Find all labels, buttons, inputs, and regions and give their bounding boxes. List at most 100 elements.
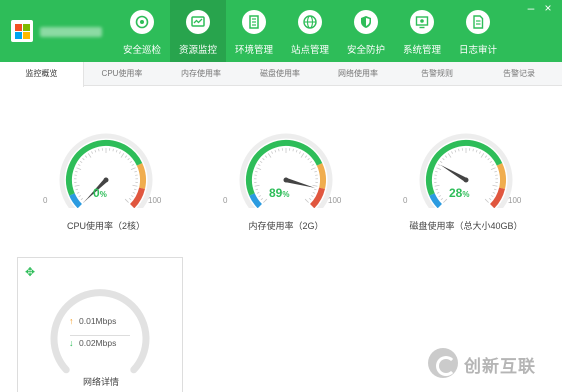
gauge-tick <box>131 164 135 166</box>
tab-alert-records[interactable]: 告警记录 <box>476 62 562 86</box>
nav-label: 安全巡检 <box>122 45 161 56</box>
nav-security-inspection[interactable]: 安全巡检 <box>114 0 170 62</box>
gauge-tick <box>124 155 128 158</box>
network-download-row: ↓ 0.02Mbps <box>69 338 131 353</box>
minimize-button[interactable]: – <box>524 1 538 15</box>
gauge-tick <box>307 157 310 161</box>
watermark-text: 创新互联 <box>464 357 536 376</box>
network-upload-row: ↑ 0.01Mbps <box>69 316 131 331</box>
tab-disk[interactable]: 磁盘使用率 <box>242 62 318 86</box>
gauge-tick <box>304 198 309 203</box>
gauge-tick <box>299 151 301 154</box>
gauge-tick <box>310 167 316 171</box>
tab-bar: 监控概览 CPU使用率 内存使用率 磁盘使用率 网络使用率 告警规则 告警记录 <box>0 62 562 87</box>
nav-resource-monitor[interactable]: 资源监控 <box>170 0 226 62</box>
nav-protection[interactable]: 安全防护 <box>338 0 394 62</box>
gauge-tick <box>312 191 316 194</box>
gauge-tick <box>119 151 121 154</box>
gauge-needle-hub <box>103 177 109 183</box>
gauge-tick <box>435 170 438 173</box>
gauge-min-label: 0 <box>223 196 228 205</box>
app-logo <box>11 20 33 42</box>
network-download-value: 0.02Mbps <box>79 338 117 348</box>
tab-cpu[interactable]: CPU使用率 <box>84 62 160 86</box>
cpu-gauge-value: 0% <box>93 186 107 200</box>
network-card[interactable]: ✥ ↑ 0.01Mbps ↓ 0.02Mbps 网络详情 <box>17 257 183 392</box>
gauge-tick <box>300 153 305 158</box>
gauge-tick <box>304 155 308 158</box>
gauge-tick <box>490 167 496 171</box>
top-bar: 安全巡检 资源监控 环境管理 站点管理 安全防护 系统管理 日志审计 – × <box>0 0 562 62</box>
gauge-tick <box>314 170 317 173</box>
gauge-tick <box>112 148 114 152</box>
nav-logs[interactable]: 日志审计 <box>450 0 506 62</box>
gauge-tick <box>484 155 488 158</box>
gauge-needle-hub <box>283 177 289 183</box>
nav-sites[interactable]: 站点管理 <box>282 0 338 62</box>
gauge-tick <box>130 167 136 171</box>
gauge-tick <box>133 188 137 191</box>
gauge-tick <box>491 164 495 166</box>
gauge-tick <box>256 167 262 171</box>
watermark-logo-icon <box>428 348 458 378</box>
network-upload-value: 0.01Mbps <box>79 316 117 326</box>
tab-memory[interactable]: 内存使用率 <box>160 62 242 86</box>
gauge-tick <box>130 195 134 198</box>
monitor-icon <box>186 10 210 34</box>
gauge-tick <box>91 151 93 154</box>
gauge-tick <box>132 191 136 194</box>
gauge-tick <box>256 191 260 194</box>
nav-environment[interactable]: 环境管理 <box>226 0 282 62</box>
nav-label: 环境管理 <box>234 45 273 56</box>
gauge-color-segment <box>429 193 443 208</box>
gauge-tick <box>120 153 125 158</box>
gauge-tick <box>124 198 129 203</box>
tab-overview[interactable]: 监控概览 <box>0 62 84 87</box>
gauge-tick <box>75 188 79 191</box>
gauge-tick <box>487 157 490 161</box>
gauge-tick <box>308 197 312 201</box>
upload-arrow-icon: ↑ <box>69 316 74 326</box>
gauge-color-segment <box>496 163 506 189</box>
disk-gauge-label: 磁盘使用率（总大小40GB） <box>409 221 523 231</box>
tab-alert-rules[interactable]: 告警规则 <box>398 62 476 86</box>
gauge-tick <box>295 149 298 153</box>
gauge-tick <box>84 155 88 158</box>
gauge-tick <box>492 191 496 194</box>
network-divider <box>70 335 130 336</box>
gauge-tick <box>274 149 277 153</box>
gauge-tick <box>451 151 453 154</box>
gauge-tick <box>490 195 494 198</box>
gauge-needle-hub <box>463 177 469 183</box>
gauge-tick <box>434 184 440 187</box>
gauge-tick <box>312 184 318 187</box>
gauge-tick <box>436 191 440 194</box>
move-icon[interactable]: ✥ <box>25 265 35 279</box>
gauge-tick <box>80 197 84 201</box>
gauge-tick <box>438 195 442 198</box>
nav-label: 日志审计 <box>458 45 497 56</box>
gauge-color-segment <box>69 193 83 208</box>
gauge-tick <box>132 184 138 187</box>
watermark: 创新互联 <box>428 346 562 380</box>
gauge-color-segment <box>316 163 326 189</box>
tab-network[interactable]: 网络使用率 <box>318 62 398 86</box>
gauge-tick <box>475 149 478 153</box>
gauge-tick <box>440 197 444 201</box>
nav-label: 安全防护 <box>346 45 385 56</box>
network-ring <box>50 289 150 374</box>
shield-icon <box>354 10 378 34</box>
disk-gauge-value: 28% <box>449 186 470 200</box>
gauge-tick <box>255 188 259 191</box>
gauge-tick <box>82 157 85 161</box>
gauge-tick <box>263 198 268 203</box>
gauge-tick <box>479 151 481 154</box>
gauge-tick <box>310 195 314 198</box>
gauge-tick <box>127 157 130 161</box>
gauge-tick <box>258 195 262 198</box>
shield-scan-icon <box>130 10 154 34</box>
nav-system[interactable]: 系统管理 <box>394 0 450 62</box>
nav-label: 资源监控 <box>178 45 217 56</box>
close-button[interactable]: × <box>541 1 555 15</box>
gauge-tick <box>437 164 441 166</box>
